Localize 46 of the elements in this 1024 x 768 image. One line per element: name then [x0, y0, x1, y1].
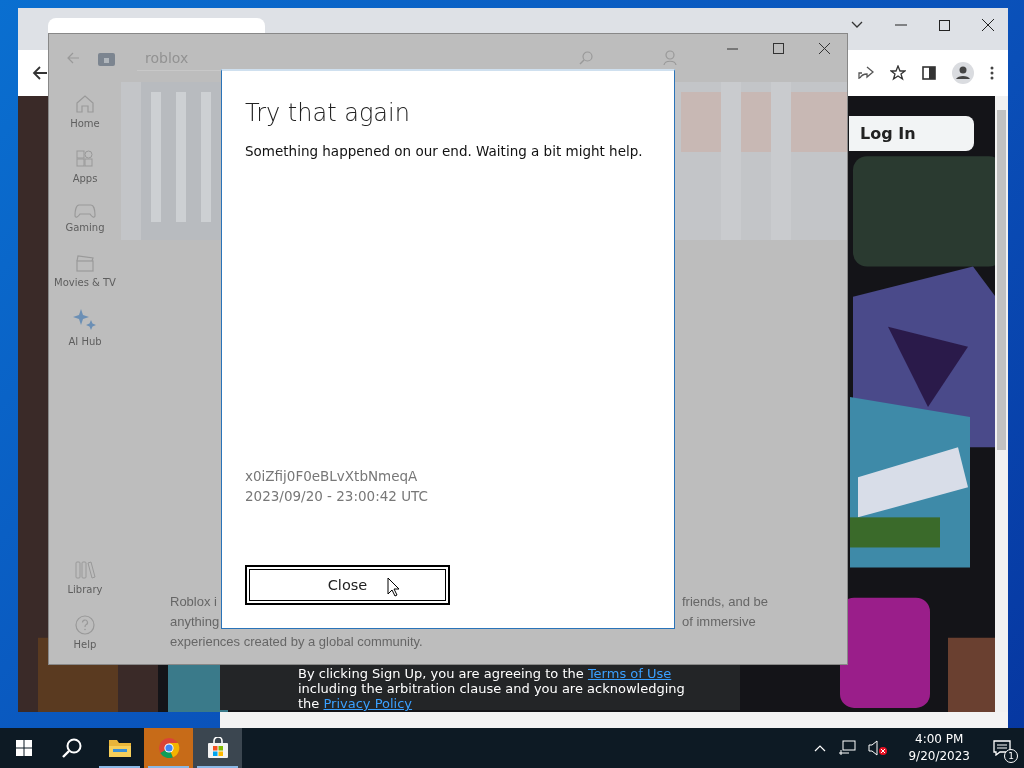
search-icon[interactable] — [62, 738, 82, 758]
description-text: Roblox i — [170, 593, 217, 611]
muted-speaker-icon[interactable] — [868, 740, 889, 756]
nav-label[interactable]: Help — [73, 639, 97, 650]
nav-label[interactable]: Gaming — [65, 222, 105, 233]
description-text: experiences created by a global community. — [170, 633, 423, 651]
nav-label[interactable]: Movies & TV — [54, 277, 116, 288]
star-icon[interactable] — [890, 65, 906, 81]
menu-icon[interactable] — [990, 66, 994, 80]
consent-text: By clicking Sign Up, you are agreeing to the Terms of Use including the arbitration clause and you are acknowledging the Privacy Policy — [298, 666, 686, 711]
description-text: anything — [170, 613, 220, 631]
clock-date[interactable]: 9/20/2023 — [908, 748, 970, 765]
taskbar-button[interactable] — [193, 728, 242, 768]
browser-icon — [157, 737, 180, 759]
terms-link[interactable]: Terms of Use — [587, 666, 672, 681]
chevron-icon[interactable] — [851, 21, 863, 29]
description-text: of immersive — [682, 613, 756, 631]
back-arrow-icon[interactable] — [32, 66, 48, 80]
nav-label[interactable]: AI Hub — [68, 336, 102, 347]
nav-label[interactable]: Apps — [72, 173, 98, 184]
clock-time[interactable]: 4:00 PM — [915, 731, 964, 748]
nav-label[interactable]: Library — [67, 584, 103, 595]
side-panel-icon[interactable] — [922, 66, 936, 80]
log-in-button[interactable]: Log In — [849, 116, 974, 151]
close-icon[interactable] — [819, 43, 830, 54]
caret-up-icon[interactable] — [814, 744, 827, 752]
notification-count: 1 — [1004, 749, 1018, 763]
close-icon[interactable] — [982, 19, 994, 31]
folder-icon — [107, 738, 132, 758]
cursor-icon — [387, 577, 400, 597]
store-icon — [98, 50, 115, 66]
maximize-icon[interactable] — [773, 43, 784, 54]
nav-label[interactable]: Home — [70, 118, 100, 129]
maximize-icon[interactable] — [939, 19, 950, 31]
close-button[interactable]: Close — [245, 565, 450, 605]
network-icon[interactable] — [838, 740, 857, 756]
windows-logo-icon[interactable] — [16, 740, 32, 756]
speech-bubble-icon — [993, 740, 1011, 756]
description-text: friends, and be — [682, 593, 768, 611]
shopping-bag-icon — [206, 737, 229, 759]
scrollbar[interactable] — [995, 96, 1008, 712]
timestamp: 2023/09/20 - 23:00:42 UTC — [245, 487, 429, 506]
profile-icon[interactable] — [952, 62, 974, 84]
privacy-link[interactable]: Privacy Policy — [323, 696, 413, 711]
share-icon[interactable] — [858, 66, 874, 80]
error-code: x0iZfij0F0eBLvXtbNmeqA — [245, 467, 419, 486]
